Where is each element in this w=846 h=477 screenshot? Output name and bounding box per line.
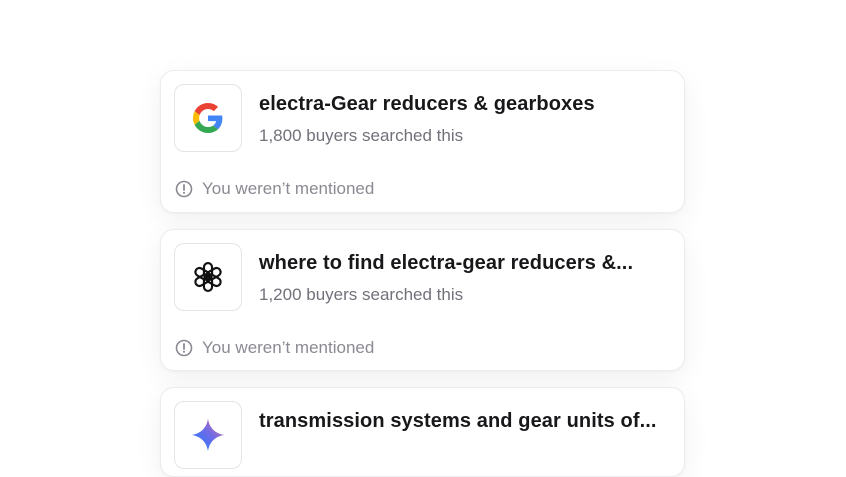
search-count: 1,800 buyers searched this bbox=[259, 126, 464, 145]
alert-circle-icon bbox=[175, 339, 193, 357]
query-title: electra-Gear reducers & gearboxes bbox=[259, 93, 595, 115]
search-count: 1,200 buyers searched this bbox=[259, 285, 464, 304]
gemini-logo-box bbox=[174, 401, 242, 469]
gemini-icon bbox=[191, 418, 225, 452]
result-card[interactable]: electra-Gear reducers & gearboxes 1,800 … bbox=[160, 70, 685, 213]
mention-status: You weren’t mentioned bbox=[175, 338, 374, 358]
mention-status-label: You weren’t mentioned bbox=[202, 179, 375, 198]
result-card[interactable]: where to find electra-gear reducers &...… bbox=[160, 229, 685, 371]
query-title: transmission systems and gear units of..… bbox=[259, 410, 657, 432]
mention-status: You weren’t mentioned bbox=[175, 179, 374, 199]
mention-status-label: You weren’t mentioned bbox=[202, 338, 375, 357]
google-icon bbox=[193, 103, 223, 133]
alert-circle-icon bbox=[175, 180, 193, 198]
openai-logo-box bbox=[174, 243, 242, 311]
result-card[interactable]: transmission systems and gear units of..… bbox=[160, 387, 685, 477]
openai-icon bbox=[194, 261, 222, 293]
google-logo-box bbox=[174, 84, 242, 152]
query-title: where to find electra-gear reducers &... bbox=[259, 252, 634, 274]
